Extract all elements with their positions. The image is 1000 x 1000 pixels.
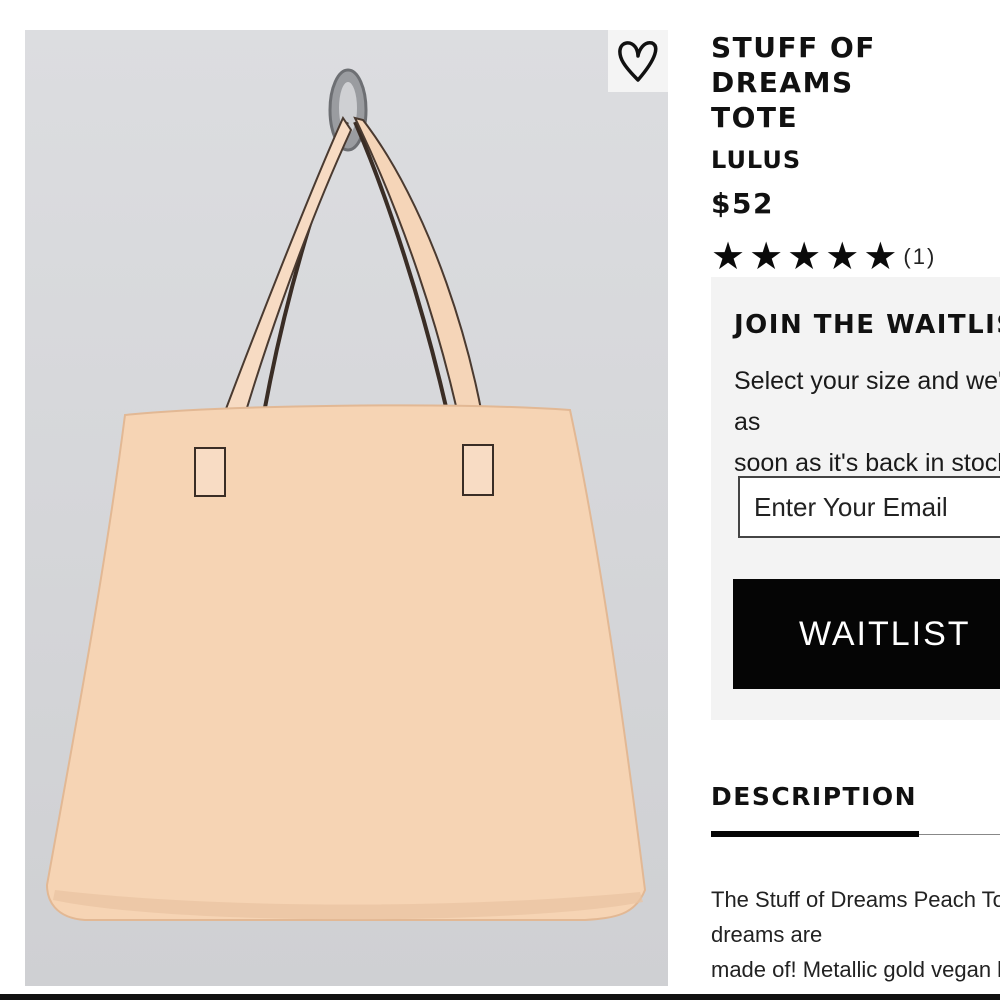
product-image[interactable] bbox=[25, 30, 668, 986]
product-brand[interactable]: LULUS bbox=[711, 145, 1000, 175]
waitlist-panel: JOIN THE WAITLIST Select your size and w… bbox=[711, 277, 1000, 720]
star-icon: ★ bbox=[825, 236, 860, 278]
star-icon: ★ bbox=[711, 236, 746, 278]
product-page: STUFF OF DREAMS TOTE LULUS $52 ★ ★ ★ ★ ★… bbox=[0, 0, 1000, 1000]
star-icon: ★ bbox=[863, 236, 898, 278]
waitlist-button[interactable]: WAITLIST bbox=[733, 579, 1000, 689]
product-rating[interactable]: ★ ★ ★ ★ ★ (1) bbox=[711, 237, 1000, 277]
product-price: $52 bbox=[711, 187, 774, 220]
tab-active-indicator bbox=[711, 831, 919, 837]
favorite-button[interactable] bbox=[608, 30, 668, 92]
waitlist-description: Select your size and we'll email you as … bbox=[734, 367, 1000, 477]
product-info: STUFF OF DREAMS TOTE LULUS $52 ★ ★ ★ ★ ★… bbox=[711, 30, 1000, 277]
product-title: STUFF OF DREAMS TOTE bbox=[711, 31, 876, 134]
email-field[interactable] bbox=[738, 476, 1000, 538]
tab-description[interactable]: DESCRIPTION bbox=[711, 782, 917, 811]
review-count[interactable]: (1) bbox=[903, 244, 936, 270]
heart-outline-icon bbox=[618, 40, 658, 82]
waitlist-heading: JOIN THE WAITLIST bbox=[734, 310, 1000, 340]
star-icon: ★ bbox=[749, 236, 784, 278]
product-description: The Stuff of Dreams Peach Tote is what d… bbox=[711, 887, 1000, 1000]
tote-bag-illustration bbox=[45, 68, 647, 921]
star-icon: ★ bbox=[787, 236, 822, 278]
bottom-edge-divider bbox=[0, 994, 1000, 1000]
